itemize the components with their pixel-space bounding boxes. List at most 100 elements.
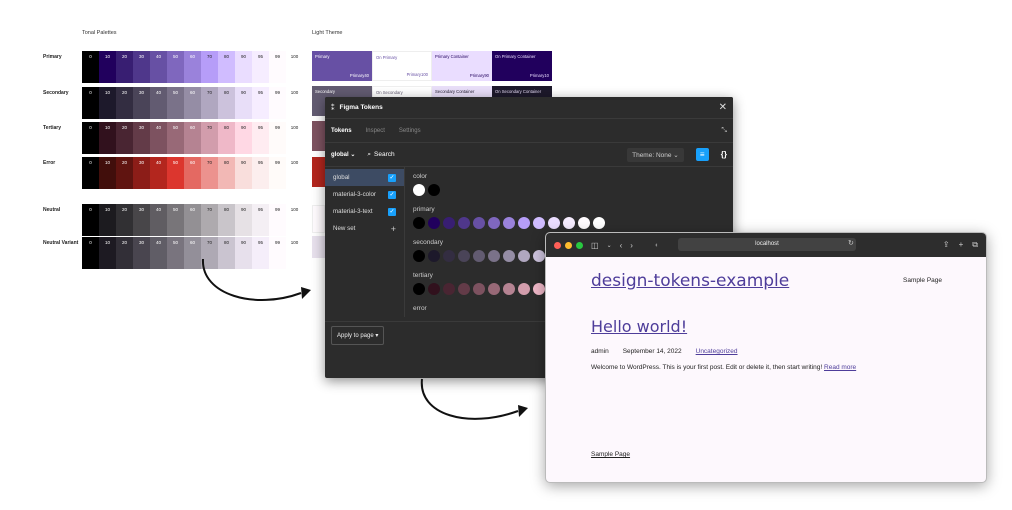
post-date[interactable]: September 14, 2022: [623, 348, 682, 355]
tab-inspect[interactable]: Inspect: [366, 128, 385, 134]
light-theme-tertiary-swatch: [312, 121, 325, 151]
token-dot[interactable]: [533, 250, 545, 262]
tone-swatch: 0: [82, 87, 99, 119]
tone-swatch: 10: [99, 51, 116, 83]
reload-icon[interactable]: ↻: [848, 239, 854, 247]
figma-logo-icon: ⁑: [331, 104, 335, 112]
theme-selector[interactable]: Theme: None ⌄: [627, 147, 684, 162]
list-view-icon[interactable]: ≡: [695, 148, 709, 161]
token-dot[interactable]: [413, 184, 425, 196]
token-set-material-3-text[interactable]: material-3-text ✓: [325, 203, 404, 220]
light-theme-error-swatch: [312, 157, 325, 187]
tabs-overview-icon[interactable]: ⧉: [972, 240, 978, 250]
tone-swatch: 0: [82, 51, 99, 83]
checkbox-checked-icon[interactable]: ✓: [388, 190, 396, 199]
token-dot[interactable]: [473, 217, 485, 229]
light-theme-primary-row: Primary Primary40 On Primary Primary100 Prim…: [312, 51, 552, 81]
token-dot[interactable]: [503, 250, 515, 262]
token-dot[interactable]: [413, 283, 425, 295]
read-more-link[interactable]: Read more: [824, 364, 856, 371]
light-theme-cell-label: On Primary Container: [495, 54, 536, 59]
token-dot[interactable]: [593, 217, 605, 229]
token-set-global[interactable]: global ✓: [325, 169, 404, 186]
token-dot[interactable]: [428, 217, 440, 229]
nav-sample-page-link[interactable]: Sample Page: [903, 277, 942, 284]
tab-tokens[interactable]: Tokens: [331, 128, 352, 134]
token-dot[interactable]: [503, 283, 515, 295]
token-dot[interactable]: [533, 283, 545, 295]
forward-icon[interactable]: ›: [630, 241, 633, 250]
token-dot[interactable]: [533, 217, 545, 229]
token-dot[interactable]: [428, 283, 440, 295]
token-dot[interactable]: [473, 250, 485, 262]
browser-actions: ↻ ⇪ + ⧉: [848, 240, 978, 250]
footer-sample-page-link[interactable]: Sample Page: [591, 451, 630, 458]
token-dot[interactable]: [578, 217, 590, 229]
tone-swatch: 40: [150, 122, 167, 154]
token-dot[interactable]: [548, 217, 560, 229]
token-dot[interactable]: [473, 283, 485, 295]
post-category-link[interactable]: Uncategorized: [696, 348, 738, 355]
tone-swatch: 20: [116, 204, 133, 236]
token-dot[interactable]: [518, 250, 530, 262]
light-theme-cell: Primary Container Primary90: [432, 51, 492, 81]
token-dot[interactable]: [488, 283, 500, 295]
tone-swatch: 10: [99, 87, 116, 119]
token-dot[interactable]: [503, 217, 515, 229]
back-icon[interactable]: ‹: [620, 241, 623, 250]
token-dot[interactable]: [518, 217, 530, 229]
token-dot[interactable]: [443, 250, 455, 262]
palette-row-label: Secondary: [43, 90, 69, 96]
post-meta: admin September 14, 2022 Uncategorized: [591, 348, 738, 355]
close-icon[interactable]: ✕: [719, 102, 727, 113]
search-button[interactable]: ⌕ Search: [367, 151, 394, 159]
token-group-color: color: [413, 173, 428, 180]
tab-settings[interactable]: Settings: [399, 128, 421, 134]
token-dot[interactable]: [518, 283, 530, 295]
token-dot[interactable]: [413, 250, 425, 262]
token-set-selector[interactable]: global ⌄: [331, 151, 355, 158]
light-theme-cell-label: Primary: [315, 54, 330, 59]
tone-swatch: 70: [201, 51, 218, 83]
token-dot[interactable]: [488, 217, 500, 229]
sidebar-toggle-icon[interactable]: ◫: [591, 241, 599, 250]
chevron-down-icon[interactable]: ⌄: [607, 242, 612, 249]
token-dot[interactable]: [413, 217, 425, 229]
palette-row-label: Error: [43, 160, 56, 166]
token-dot[interactable]: [458, 250, 470, 262]
tone-swatch: 70: [201, 204, 218, 236]
token-group-primary: primary: [413, 206, 435, 213]
token-set-material-3-color[interactable]: material-3-color ✓: [325, 186, 404, 203]
tone-swatch: 50: [167, 157, 184, 189]
tone-swatch: 30: [133, 122, 150, 154]
token-dot[interactable]: [443, 283, 455, 295]
new-set-button[interactable]: New set +: [325, 220, 404, 237]
collapse-icon[interactable]: ⤡: [721, 127, 727, 135]
new-tab-icon[interactable]: +: [959, 240, 964, 250]
close-window-icon[interactable]: [554, 241, 561, 249]
checkbox-checked-icon[interactable]: ✓: [388, 207, 396, 216]
token-set-label: material-3-text: [333, 208, 373, 215]
theme-selector-label: Theme: None: [632, 151, 672, 159]
apply-to-page-button[interactable]: Apply to page ▾: [331, 326, 385, 345]
token-dot[interactable]: [443, 217, 455, 229]
minimize-window-icon[interactable]: [565, 241, 572, 249]
tone-swatch: 90: [235, 204, 252, 236]
share-icon[interactable]: ⇪: [943, 240, 950, 250]
zoom-window-icon[interactable]: [576, 241, 583, 249]
token-dot[interactable]: [458, 283, 470, 295]
post-title-link[interactable]: Hello world!: [591, 317, 687, 336]
token-dot[interactable]: [488, 250, 500, 262]
address-bar[interactable]: localhost: [678, 238, 856, 251]
token-dot[interactable]: [428, 250, 440, 262]
token-dot[interactable]: [428, 184, 440, 196]
plus-icon[interactable]: +: [391, 224, 396, 234]
palette-row-label: Tertiary: [43, 125, 61, 131]
post-author[interactable]: admin: [591, 348, 609, 355]
checkbox-checked-icon[interactable]: ✓: [388, 173, 396, 182]
token-dot[interactable]: [563, 217, 575, 229]
site-title-link[interactable]: design-tokens-example: [591, 271, 789, 291]
json-view-icon[interactable]: {}: [721, 150, 727, 159]
token-dot[interactable]: [458, 217, 470, 229]
tone-swatch: 0: [82, 157, 99, 189]
